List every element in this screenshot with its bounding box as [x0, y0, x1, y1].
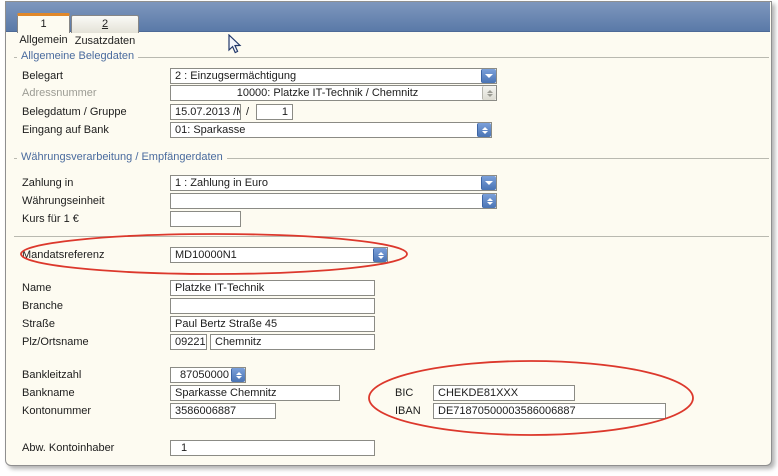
- belegart-label: Belegart: [22, 70, 63, 82]
- abw-kontoinhaber-label: Abw. Kontoinhaber: [22, 442, 114, 454]
- eingang-bank-field[interactable]: 01: Sparkasse: [170, 122, 492, 138]
- mandatsreferenz-label: Mandatsreferenz: [22, 249, 105, 261]
- abw-kontoinhaber-field[interactable]: 1: [170, 440, 375, 456]
- belegdatum-label: Belegdatum / Gruppe: [22, 106, 127, 118]
- strasse-field[interactable]: Paul Bertz Straße 45: [170, 316, 375, 332]
- mandatsreferenz-value: MD10000N1: [175, 248, 237, 262]
- bic-field[interactable]: CHEKDE81XXX: [433, 385, 575, 401]
- waehrungseinheit-spinner[interactable]: [482, 194, 496, 208]
- bankname-value: Sparkasse Chemnitz: [175, 386, 277, 400]
- kurs-field[interactable]: [170, 211, 241, 227]
- chevron-down-icon: [485, 74, 493, 78]
- belegart-value: 2 : Einzugsermächtigung: [175, 69, 296, 83]
- strasse-label: Straße: [22, 318, 55, 330]
- arrow-up-icon: [487, 90, 493, 93]
- belegart-dropdown-button[interactable]: [481, 69, 496, 83]
- bic-value: CHEKDE81XXX: [438, 386, 518, 400]
- arrow-up-icon: [482, 127, 488, 130]
- belegart-combobox[interactable]: 2 : Einzugsermächtigung: [170, 68, 497, 84]
- ort-value: Chemnitz: [215, 335, 261, 349]
- waehrungseinheit-field[interactable]: [170, 193, 497, 209]
- adressnummer-value: 10000: Platzke IT-Technik / Chemnitz: [237, 86, 419, 100]
- adressnummer-label: Adressnummer: [22, 87, 97, 99]
- chevron-down-icon: [485, 181, 493, 185]
- kurs-label: Kurs für 1 €: [22, 213, 79, 225]
- bankleitzahl-value: 87050000: [180, 368, 229, 382]
- iban-value: DE71870500003586006887: [438, 404, 576, 418]
- tab-zusatzdaten-label: Zusatzdaten: [75, 35, 136, 47]
- belegdatum-value: 15.07.2013 /Mo: [175, 105, 241, 119]
- eingang-bank-spinner[interactable]: [477, 123, 491, 137]
- arrow-down-icon: [487, 94, 493, 97]
- arrow-up-icon: [487, 198, 493, 201]
- branche-field[interactable]: [170, 298, 375, 314]
- plz-ort-label: Plz/Ortsname: [22, 336, 89, 348]
- zahlung-in-dropdown-button[interactable]: [481, 176, 496, 190]
- tab-allgemein[interactable]: 1 Allgemein: [17, 13, 70, 33]
- zahlung-in-value: 1 : Zahlung in Euro: [175, 176, 268, 190]
- application-window: 1 Allgemein 2 Zusatzdaten Allgemeine Bel…: [0, 0, 778, 476]
- mandatsreferenz-field[interactable]: MD10000N1: [170, 247, 388, 263]
- kontonummer-label: Kontonummer: [22, 405, 91, 417]
- arrow-up-icon: [378, 252, 384, 255]
- zahlung-in-combobox[interactable]: 1 : Zahlung in Euro: [170, 175, 497, 191]
- bankleitzahl-label: Bankleitzahl: [22, 369, 81, 381]
- arrow-down-icon: [236, 376, 242, 379]
- adressnummer-spinner-disabled: [482, 86, 496, 100]
- eingang-bank-value: 01: Sparkasse: [175, 123, 245, 137]
- tab-zusatzdaten[interactable]: 2 Zusatzdaten: [71, 15, 139, 33]
- gruppe-value: 1: [282, 105, 288, 119]
- kontonummer-field[interactable]: 3586006887: [170, 403, 276, 419]
- arrow-up-icon: [236, 372, 242, 375]
- divider: [14, 236, 769, 237]
- mandatsreferenz-spinner[interactable]: [373, 248, 387, 262]
- name-field[interactable]: Platzke IT-Technik: [170, 280, 375, 296]
- waehrungseinheit-label: Währungseinheit: [22, 195, 105, 207]
- belegdatum-separator: /: [246, 106, 249, 118]
- name-label: Name: [22, 282, 51, 294]
- bankname-field[interactable]: Sparkasse Chemnitz: [170, 385, 340, 401]
- arrow-down-icon: [378, 256, 384, 259]
- kontonummer-value: 3586006887: [175, 404, 236, 418]
- eingang-bank-label: Eingang auf Bank: [22, 124, 109, 136]
- tab-strip: 1 Allgemein 2 Zusatzdaten: [6, 2, 770, 32]
- bankname-label: Bankname: [22, 387, 75, 399]
- arrow-down-icon: [487, 202, 493, 205]
- abw-kontoinhaber-value: 1: [181, 441, 187, 455]
- section-waehrung-divider: Währungsverarbeitung / Empfängerdaten: [14, 158, 769, 159]
- section-belegdaten-legend: Allgemeine Belegdaten: [17, 50, 138, 62]
- strasse-value: Paul Bertz Straße 45: [175, 317, 277, 331]
- iban-label: IBAN: [395, 405, 421, 417]
- arrow-down-icon: [482, 131, 488, 134]
- iban-field[interactable]: DE71870500003586006887: [433, 403, 666, 419]
- adressnummer-field: 10000: Platzke IT-Technik / Chemnitz: [170, 85, 497, 101]
- name-value: Platzke IT-Technik: [175, 281, 264, 295]
- belegdatum-field[interactable]: 15.07.2013 /Mo: [170, 104, 241, 120]
- bankleitzahl-spinner[interactable]: [231, 368, 245, 382]
- ort-field[interactable]: Chemnitz: [210, 334, 375, 350]
- tab-zusatzdaten-accel: 2: [102, 18, 108, 30]
- plz-field[interactable]: 09221: [170, 334, 207, 350]
- bankleitzahl-field[interactable]: 87050000: [170, 367, 246, 383]
- gruppe-field[interactable]: 1: [256, 104, 293, 120]
- bic-label: BIC: [395, 387, 413, 399]
- section-belegdaten-divider: Allgemeine Belegdaten: [14, 57, 769, 58]
- tab-allgemein-label: 1 Allgemein: [19, 18, 67, 46]
- section-waehrung-legend: Währungsverarbeitung / Empfängerdaten: [17, 151, 227, 163]
- plz-value: 09221: [175, 335, 206, 349]
- zahlung-in-label: Zahlung in: [22, 177, 73, 189]
- branche-label: Branche: [22, 300, 63, 312]
